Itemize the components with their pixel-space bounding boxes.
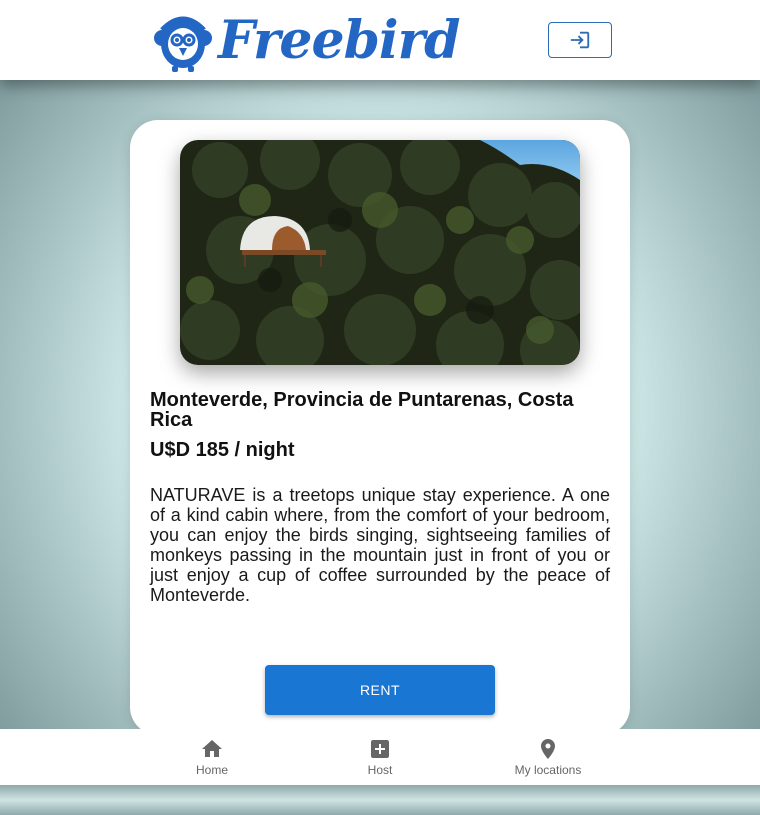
login-button[interactable] [548,22,612,58]
listing-card: Monteverde, Provincia de Puntarenas, Cos… [130,120,630,735]
location-pin-icon [541,739,555,759]
bottom-navigation: Home Host My locations [0,729,760,785]
nav-label-home: Home [195,763,228,777]
nav-label-my-locations: My locations [514,763,582,777]
brand-name: Freebird [218,10,460,71]
nav-item-host[interactable]: Host [320,729,440,785]
top-bar: Freebird [0,0,760,80]
bird-logo-icon [154,16,212,72]
home-icon [202,740,222,757]
brand-logo[interactable]: Freebird [152,8,460,74]
listing-price: U$D 185 / night [150,439,295,461]
listing-description: NATURAVE is a treetops unique stay exper… [150,485,610,605]
listing-location: Monteverde, Provincia de Puntarenas, Cos… [150,389,574,431]
listing-photo[interactable] [180,140,580,365]
login-icon [570,31,590,49]
treetop-cabin-image [180,140,580,365]
add-box-icon [371,740,389,758]
nav-item-my-locations[interactable]: My locations [488,729,608,785]
rent-button[interactable]: RENT [265,665,495,715]
bottom-background-strip [0,785,760,815]
nav-item-home[interactable]: Home [152,729,272,785]
nav-label-host: Host [367,763,393,777]
